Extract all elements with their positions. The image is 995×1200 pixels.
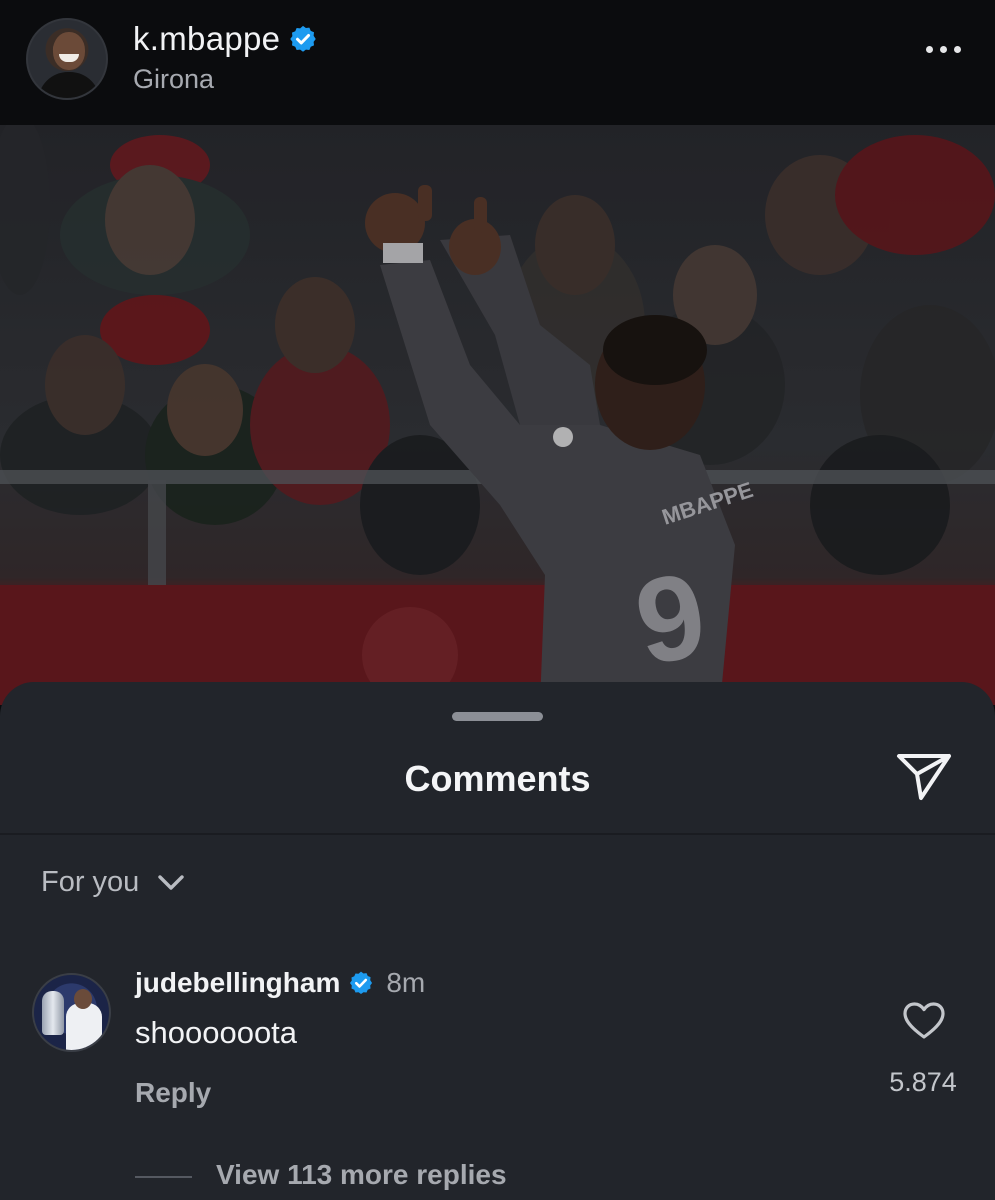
more-options-icon[interactable] xyxy=(926,46,961,53)
more-dot xyxy=(954,46,961,53)
view-replies-button[interactable]: View 113 more replies xyxy=(0,1157,995,1197)
commenter-username[interactable]: judebellingham xyxy=(135,967,340,999)
comment-time: 8m xyxy=(386,967,426,998)
verified-badge-icon xyxy=(350,971,373,995)
sort-label: For you xyxy=(41,866,140,898)
post-photo[interactable]: MBAPPE 9 xyxy=(0,125,995,705)
sheet-grabber-handle[interactable] xyxy=(452,712,543,721)
sort-dropdown[interactable]: For you xyxy=(41,866,185,899)
chevron-down-icon xyxy=(158,874,185,890)
view-replies-label: View 113 more replies xyxy=(216,1159,507,1190)
author-username-row[interactable]: k.mbappe xyxy=(133,20,318,58)
verified-badge-icon xyxy=(290,25,317,52)
heart-icon[interactable] xyxy=(902,1001,946,1041)
sheet-divider xyxy=(0,833,995,835)
post-location[interactable]: Girona xyxy=(133,64,214,95)
avatar-person xyxy=(66,1003,102,1050)
commenter-avatar[interactable] xyxy=(32,973,111,1052)
comments-sheet: Comments For you judebellingham 8m shooo… xyxy=(0,682,995,1200)
comment-header: judebellingham 8m xyxy=(135,967,425,999)
comments-title: Comments xyxy=(404,758,591,799)
photo-illustration: MBAPPE 9 xyxy=(0,125,995,705)
post-header: k.mbappe Girona xyxy=(0,0,995,125)
author-username[interactable]: k.mbappe xyxy=(133,20,280,58)
avatar-trophy xyxy=(42,991,64,1035)
replies-line xyxy=(135,1176,192,1178)
comment-item: judebellingham 8m shoooooota Reply 5.874 xyxy=(0,967,995,1127)
reply-button[interactable]: Reply xyxy=(135,1077,211,1109)
like-count: 5.874 xyxy=(889,1067,957,1097)
avatar-head xyxy=(74,989,92,1009)
comment-text: shoooooota xyxy=(135,1015,298,1050)
more-dot xyxy=(926,46,933,53)
avatar-shirt xyxy=(38,72,100,98)
send-icon[interactable] xyxy=(895,750,953,804)
more-dot xyxy=(940,46,947,53)
avatar-face xyxy=(53,32,85,70)
author-avatar[interactable] xyxy=(26,18,108,100)
